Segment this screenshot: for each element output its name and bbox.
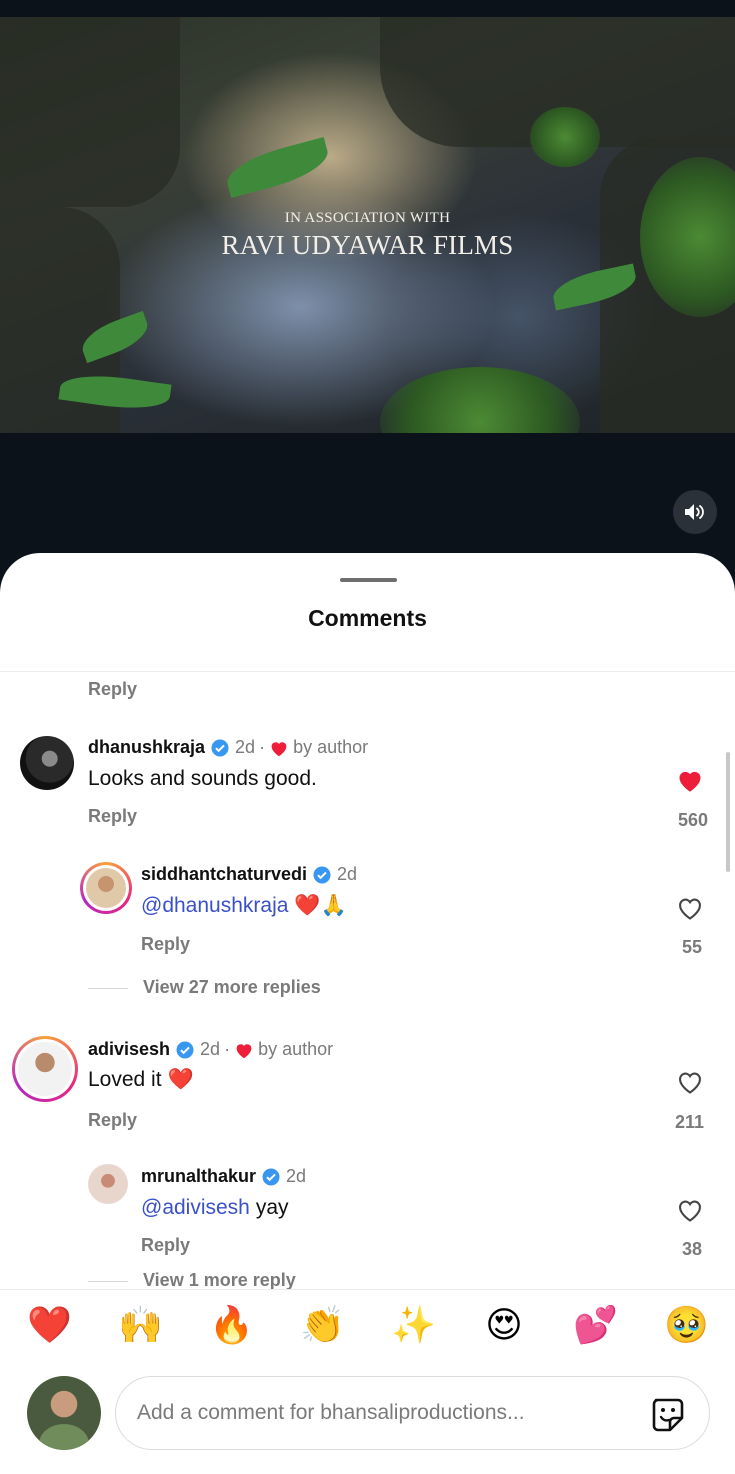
- heart-outline-icon: [679, 898, 701, 920]
- comments-sheet: Comments Reply dhanushkraja 2d · by autho…: [0, 553, 735, 1474]
- separator: ·: [259, 737, 266, 757]
- heart-outline-icon: [679, 1200, 701, 1222]
- emoji-raised-hands-button[interactable]: 🙌: [118, 1304, 163, 1348]
- reply-button[interactable]: Reply: [141, 934, 190, 955]
- reply-text-content: yay: [255, 1196, 289, 1219]
- username[interactable]: dhanushkraja: [88, 737, 205, 758]
- video-leaf: [222, 137, 333, 198]
- comment-composer: Add a comment for bhansaliproductions...: [0, 1373, 735, 1474]
- video-player[interactable]: IN ASSOCIATION WITH RAVI UDYAWAR FILMS: [0, 0, 735, 575]
- reply-text: @adivisesh yay: [141, 1196, 289, 1220]
- current-user-avatar: [27, 1376, 101, 1450]
- like-button[interactable]: [675, 1067, 705, 1097]
- thread-line: [88, 988, 128, 989]
- timestamp: 2d: [235, 737, 256, 757]
- comments-list[interactable]: Reply dhanushkraja 2d · by author Looks a…: [0, 672, 735, 1289]
- sound-toggle-button[interactable]: [673, 490, 717, 534]
- comment-input-placeholder: Add a comment for bhansaliproductions...: [137, 1401, 525, 1424]
- video-grass: [380, 367, 580, 433]
- emoji-holding-tears-button[interactable]: 🥹: [664, 1304, 709, 1348]
- by-author-label: by author: [258, 1039, 334, 1059]
- verified-badge-icon: [313, 866, 331, 883]
- comment-input[interactable]: Add a comment for bhansaliproductions...: [115, 1376, 710, 1450]
- username[interactable]: mrunalthakur: [141, 1166, 256, 1187]
- heart-outline-icon: [679, 1072, 701, 1094]
- emoji-fire-button[interactable]: 🔥: [209, 1304, 254, 1348]
- reply-button[interactable]: Reply: [88, 806, 137, 827]
- reply-button[interactable]: Reply: [88, 1110, 137, 1131]
- view-more-replies-button[interactable]: View 1 more reply: [143, 1270, 296, 1289]
- video-overlay-small: IN ASSOCIATION WITH: [284, 210, 451, 226]
- quick-reaction-bar: ❤️ 🙌 🔥 👏 ✨ 😍 💕 🥹: [0, 1289, 735, 1373]
- emoji-heart-button[interactable]: ❤️: [27, 1304, 72, 1348]
- sticker-button[interactable]: [648, 1394, 688, 1434]
- thread-line: [88, 1281, 128, 1282]
- username[interactable]: adivisesh: [88, 1039, 170, 1060]
- verified-badge-icon: [176, 1041, 194, 1058]
- emoji-heart-eyes-button[interactable]: 😍: [482, 1304, 526, 1348]
- comment-header: adivisesh 2d · by author: [88, 1039, 333, 1060]
- timestamp: 2d: [337, 864, 358, 884]
- avatar[interactable]: [12, 1036, 78, 1102]
- comment-header: dhanushkraja 2d · by author: [88, 737, 368, 758]
- avatar[interactable]: [80, 862, 132, 914]
- video-overlay-big: RAVI UDYAWAR FILMS: [221, 230, 514, 260]
- video-grass: [530, 107, 600, 167]
- speaker-icon: [685, 504, 704, 520]
- sheet-title: Comments: [308, 605, 427, 631]
- emoji-two-hearts-button[interactable]: 💕: [573, 1304, 618, 1348]
- like-count: 560: [677, 810, 708, 830]
- reply-button[interactable]: Reply: [141, 1235, 190, 1256]
- sticker-icon: [652, 1398, 684, 1432]
- separator: ·: [224, 1039, 231, 1059]
- by-author-label: by author: [293, 737, 369, 757]
- view-more-replies-button[interactable]: View 27 more replies: [143, 977, 321, 998]
- timestamp: 2d: [286, 1166, 307, 1186]
- video-stone: [0, 17, 180, 207]
- verified-badge-icon: [211, 739, 229, 756]
- reply-emojis: ❤️🙏: [294, 894, 347, 917]
- timestamp: 2d: [200, 1039, 221, 1059]
- emoji-sparkles-button[interactable]: ✨: [391, 1304, 436, 1348]
- comment-text: Loved it ❤️: [88, 1068, 194, 1092]
- comment-emoji: ❤️: [167, 1068, 194, 1091]
- heart-filled-icon: [271, 741, 287, 756]
- avatar[interactable]: [20, 736, 74, 790]
- emoji-clap-button[interactable]: 👏: [300, 1304, 345, 1348]
- reply-button[interactable]: Reply: [88, 679, 137, 700]
- comment-text: Looks and sounds good.: [88, 767, 317, 790]
- username[interactable]: siddhantchaturvedi: [141, 864, 307, 885]
- heart-filled-icon: [236, 1043, 252, 1058]
- heart-filled-icon: [679, 771, 701, 792]
- reply-header: mrunalthakur 2d: [141, 1166, 306, 1187]
- reply-header: siddhantchaturvedi 2d: [141, 864, 357, 885]
- like-button[interactable]: [675, 893, 705, 923]
- avatar[interactable]: [88, 1164, 128, 1204]
- verified-badge-icon: [262, 1168, 280, 1185]
- drag-handle[interactable]: [340, 578, 397, 582]
- scrollbar[interactable]: [726, 752, 730, 872]
- like-button[interactable]: [675, 765, 705, 795]
- comment-text-content: Loved it: [88, 1068, 162, 1091]
- like-count: 38: [681, 1239, 702, 1259]
- like-button[interactable]: [675, 1195, 705, 1225]
- mention-link[interactable]: @dhanushkraja: [141, 894, 288, 918]
- like-count: 55: [681, 937, 702, 957]
- reply-text: @dhanushkraja ❤️🙏: [141, 894, 347, 918]
- video-frame[interactable]: IN ASSOCIATION WITH RAVI UDYAWAR FILMS: [0, 17, 735, 433]
- like-count: 211: [674, 1112, 704, 1132]
- mention-link[interactable]: @adivisesh: [141, 1196, 250, 1220]
